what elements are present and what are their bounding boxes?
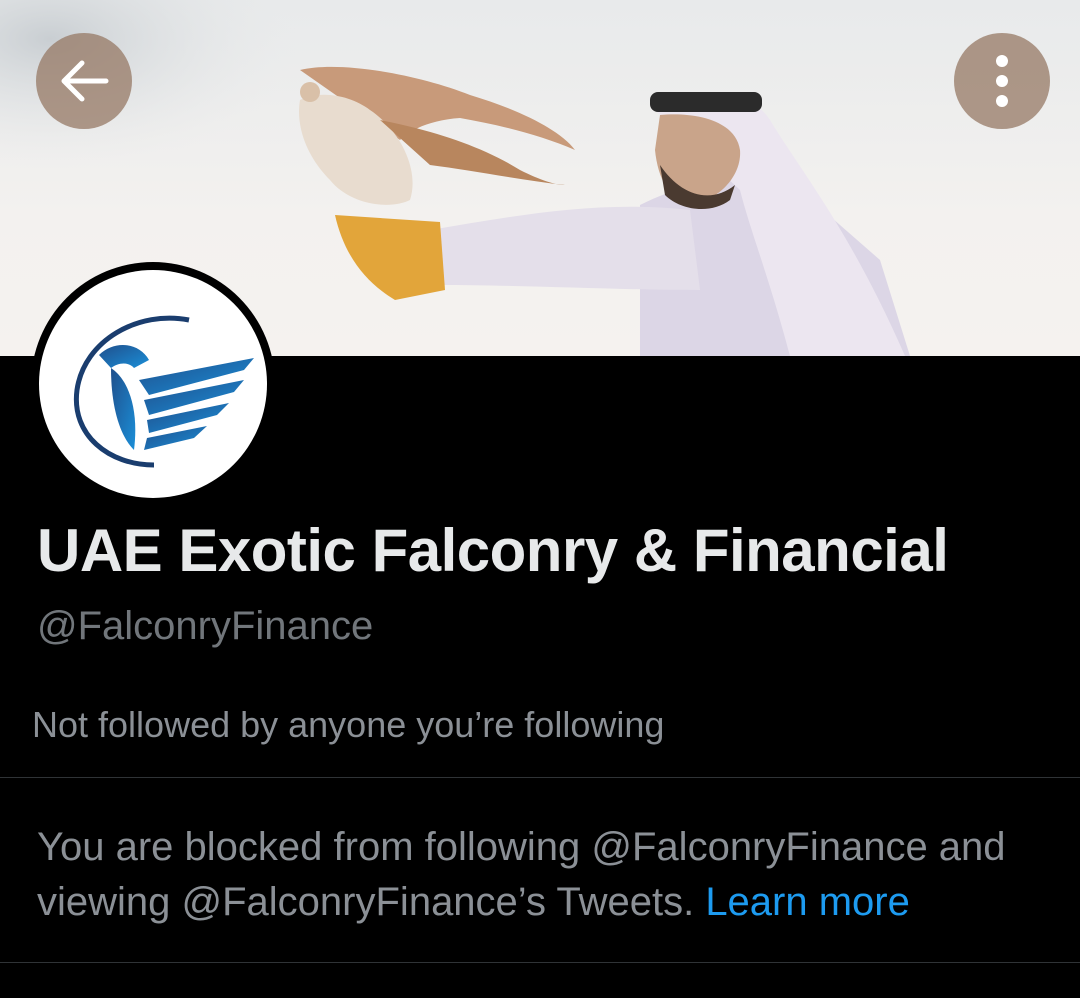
- more-vertical-icon: [996, 55, 1008, 107]
- falcon-logo-icon: [73, 315, 254, 468]
- more-options-button[interactable]: [954, 33, 1050, 129]
- profile-handle: @FalconryFinance: [37, 604, 374, 648]
- followed-by-text: Not followed by anyone you’re following: [32, 704, 665, 745]
- arrow-left-icon: [61, 60, 109, 102]
- learn-more-link[interactable]: Learn more: [705, 880, 910, 924]
- profile-avatar[interactable]: [31, 262, 275, 506]
- profile-display-name: UAE Exotic Falconry & Financial: [37, 517, 949, 584]
- divider: [0, 777, 1080, 778]
- back-button[interactable]: [36, 33, 132, 129]
- divider-bottom: [0, 962, 1080, 963]
- blocked-notice: You are blocked from following @Falconry…: [37, 820, 1047, 930]
